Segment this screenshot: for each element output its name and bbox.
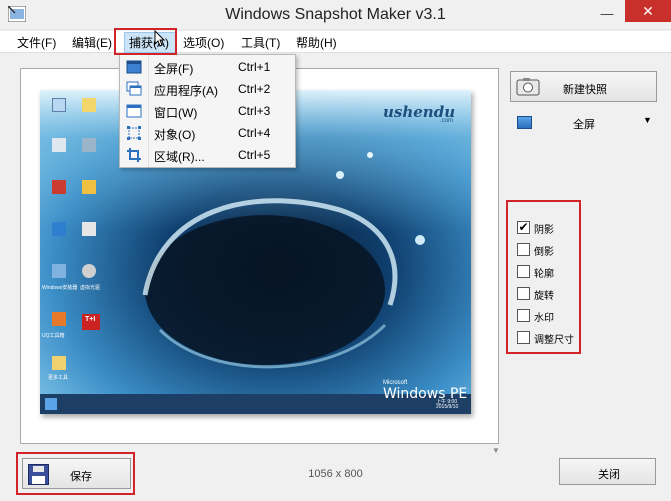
capture-mode-value: 全屏 [573, 119, 595, 131]
desktop-icon-label: Windows安装器 [42, 285, 78, 291]
diskgenius-icon [52, 180, 66, 194]
uq-tool-icon [52, 312, 66, 326]
menu-item-shortcut: Ctrl+2 [238, 82, 271, 96]
resize-checkbox[interactable] [517, 331, 530, 344]
menu-item-label: 应用程序(A) [154, 84, 218, 98]
backup-icon [82, 180, 96, 194]
option-label: 轮廓 [534, 269, 554, 280]
mouse-cursor-icon [154, 30, 166, 47]
outline-checkbox[interactable] [517, 265, 530, 278]
menu-item-shortcut: Ctrl+3 [238, 104, 271, 118]
menu-item-application[interactable]: 应用程序(A) Ctrl+2 [120, 78, 295, 100]
application-icon [126, 81, 142, 96]
menu-item-shortcut: Ctrl+1 [238, 60, 271, 74]
highlight-box-capture-menu [114, 28, 177, 55]
shadow-checkbox[interactable]: ✔ [517, 221, 530, 234]
window-title: Windows Snapshot Maker v3.1 [225, 6, 446, 23]
fullscreen-icon [517, 116, 532, 129]
menu-bar: 文件(F) 编辑(E) 捕获(A) 选项(O) 工具(T) 帮助(H) [0, 31, 671, 53]
minimize-button[interactable]: — [594, 0, 620, 30]
resize-grip-icon[interactable]: ▼ [492, 446, 500, 455]
menu-options[interactable]: 选项(O) [183, 34, 224, 51]
reflection-checkbox[interactable] [517, 243, 530, 256]
installer-icon [52, 222, 66, 236]
close-window-button[interactable]: ✕ [625, 0, 671, 22]
tray-date: 2015/9/10 [436, 404, 459, 410]
desktop-icon-label: 虚拟光驱 [80, 285, 101, 291]
dropdown-arrow-icon: ▼ [643, 115, 652, 125]
option-label: 调整尺寸 [534, 335, 574, 346]
capture-dropdown-menu: 全屏(F) Ctrl+1 应用程序(A) Ctrl+2 窗口(W) Ctrl+3… [119, 54, 296, 168]
virtual-drive-icon [82, 264, 96, 278]
object-icon [127, 126, 141, 140]
menu-item-object[interactable]: 对象(O) Ctrl+4 [120, 122, 295, 144]
option-label: 倒影 [534, 247, 554, 258]
more-tools-icon [52, 356, 66, 370]
menu-item-window[interactable]: 窗口(W) Ctrl+3 [120, 100, 295, 122]
close-button[interactable]: 关闭 [559, 458, 656, 485]
close-label: 关闭 [598, 469, 620, 481]
toolbox-icon [82, 222, 96, 236]
fullscreen-icon [126, 60, 142, 74]
title-bar: Windows Snapshot Maker v3.1 — ✕ [0, 0, 671, 30]
menu-item-shortcut: Ctrl+5 [238, 148, 271, 162]
watermark-checkbox[interactable] [517, 309, 530, 322]
new-snapshot-label: 新建快照 [563, 84, 607, 96]
ushendu-logo-sub: .com [440, 118, 454, 124]
recycle-bin-icon [52, 138, 66, 152]
desktop-icon-label: UQ工具箱 [42, 333, 65, 339]
network-icon [82, 98, 96, 112]
menu-item-label: 全屏(F) [154, 62, 194, 76]
menu-help[interactable]: 帮助(H) [296, 34, 337, 51]
menu-item-label: 窗口(W) [154, 106, 198, 120]
camera-icon [516, 78, 540, 96]
menu-tools[interactable]: 工具(T) [241, 34, 280, 51]
menu-file[interactable]: 文件(F) [17, 34, 56, 51]
menu-item-region[interactable]: 区域(R)... Ctrl+5 [120, 144, 295, 166]
region-icon [127, 148, 141, 162]
rotate-checkbox[interactable] [517, 287, 530, 300]
menu-item-label: 对象(O) [154, 128, 196, 142]
menu-item-shortcut: Ctrl+4 [238, 126, 271, 140]
menu-edit[interactable]: 编辑(E) [72, 34, 112, 51]
pc-icon [52, 98, 66, 112]
window-icon [126, 104, 142, 118]
desktop-icon-label: 更多工具 [48, 375, 69, 381]
new-snapshot-button[interactable]: 新建快照 [510, 71, 657, 102]
menu-item-fullscreen[interactable]: 全屏(F) Ctrl+1 [120, 56, 295, 78]
broadband-icon [82, 138, 96, 152]
menu-item-label: 区域(R)... [154, 150, 205, 164]
capture-mode-select[interactable]: 全屏 ▼ [510, 110, 657, 136]
windows-installer-icon [52, 264, 66, 278]
option-label: 旋转 [534, 291, 554, 302]
option-label: 阴影 [534, 225, 554, 236]
option-label: 水印 [534, 313, 554, 324]
ti-label: T+I [85, 316, 96, 323]
